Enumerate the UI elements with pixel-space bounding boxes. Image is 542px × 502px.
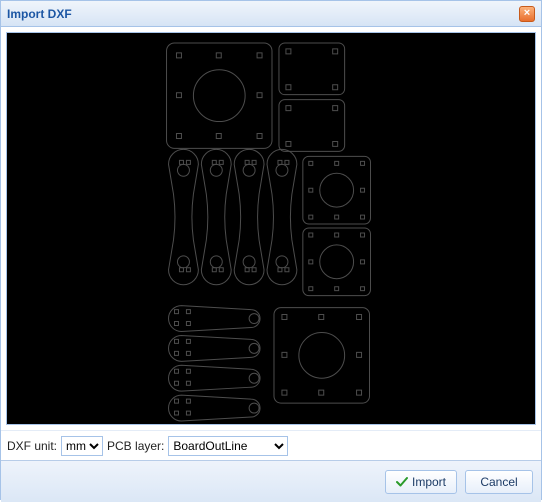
dxf-unit-select[interactable]: mm [61, 436, 103, 456]
cancel-button-label: Cancel [480, 475, 517, 489]
close-button[interactable]: × [519, 6, 535, 22]
pcb-layer-select[interactable]: BoardOutLine [168, 436, 288, 456]
close-icon: × [524, 7, 530, 19]
import-dxf-dialog: Import DXF × [0, 0, 542, 500]
controls-row: DXF unit: mm PCB layer: BoardOutLine [1, 430, 541, 460]
dxf-preview-canvas[interactable] [6, 32, 536, 425]
pcb-layer-label: PCB layer: [107, 439, 164, 453]
dxf-unit-label: DXF unit: [7, 439, 57, 453]
dialog-title: Import DXF [7, 7, 519, 21]
dxf-outlines [7, 33, 535, 424]
import-button[interactable]: Import [385, 470, 457, 494]
check-icon [396, 476, 408, 488]
dialog-footer: Import Cancel [1, 460, 541, 502]
cancel-button[interactable]: Cancel [465, 470, 533, 494]
dialog-titlebar[interactable]: Import DXF × [1, 1, 541, 27]
import-button-label: Import [412, 475, 446, 489]
